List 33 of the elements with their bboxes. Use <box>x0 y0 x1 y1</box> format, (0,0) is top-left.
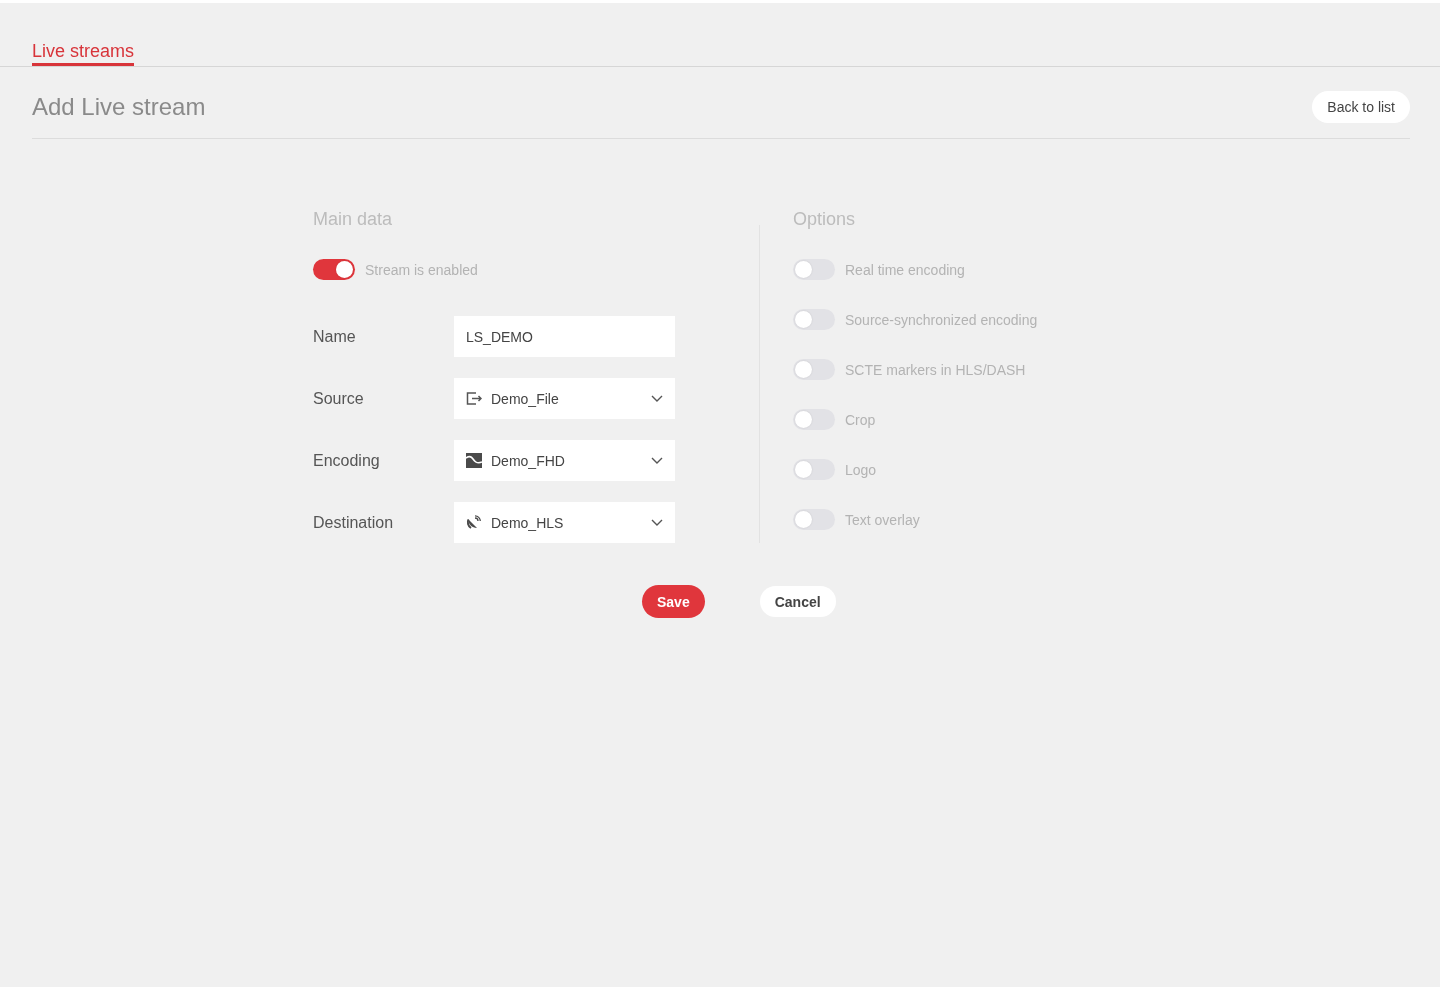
save-button[interactable]: Save <box>642 585 705 618</box>
toggle-switch[interactable] <box>793 359 835 380</box>
toggle-switch[interactable] <box>793 409 835 430</box>
toggle-label: Stream is enabled <box>365 261 478 278</box>
toggle-switch[interactable] <box>793 309 835 330</box>
toggle-switch[interactable] <box>793 459 835 480</box>
toggle-switch[interactable] <box>313 259 355 280</box>
wave-picture-icon <box>466 453 482 468</box>
cancel-button[interactable]: Cancel <box>759 586 836 617</box>
field-label: Name <box>313 327 357 346</box>
field-label: Source <box>313 389 365 408</box>
toggle-switch[interactable] <box>793 509 835 530</box>
dropdown-select[interactable]: Demo_HLS <box>454 502 675 543</box>
back-to-list-button[interactable]: Back to list <box>1312 91 1410 123</box>
page-title: Add Live stream <box>32 92 206 122</box>
toggle-label: SCTE markers in HLS/DASH <box>845 361 1026 378</box>
dropdown-select[interactable]: Demo_FHD <box>454 440 675 481</box>
toggle-switch[interactable] <box>793 259 835 280</box>
chevron-down-icon <box>651 457 663 464</box>
satellite-dish-icon <box>466 515 482 530</box>
chevron-down-icon <box>651 519 663 526</box>
toggle-label: Crop <box>845 411 876 428</box>
dropdown-select[interactable]: Demo_File <box>454 378 675 419</box>
toggle-label: Real time encoding <box>845 261 965 278</box>
field-label: Destination <box>313 513 395 532</box>
field-label: Encoding <box>313 451 381 470</box>
toggle-label: Source-synchronized encoding <box>845 311 1038 328</box>
name-input-field[interactable]: LS_DEMO <box>454 316 675 357</box>
toggle-label: Logo <box>845 461 877 478</box>
toggle-label: Text overlay <box>845 511 920 528</box>
chevron-down-icon <box>651 395 663 402</box>
section-tab[interactable]: Live streams <box>32 41 135 66</box>
exit-arrow-icon <box>466 391 482 406</box>
